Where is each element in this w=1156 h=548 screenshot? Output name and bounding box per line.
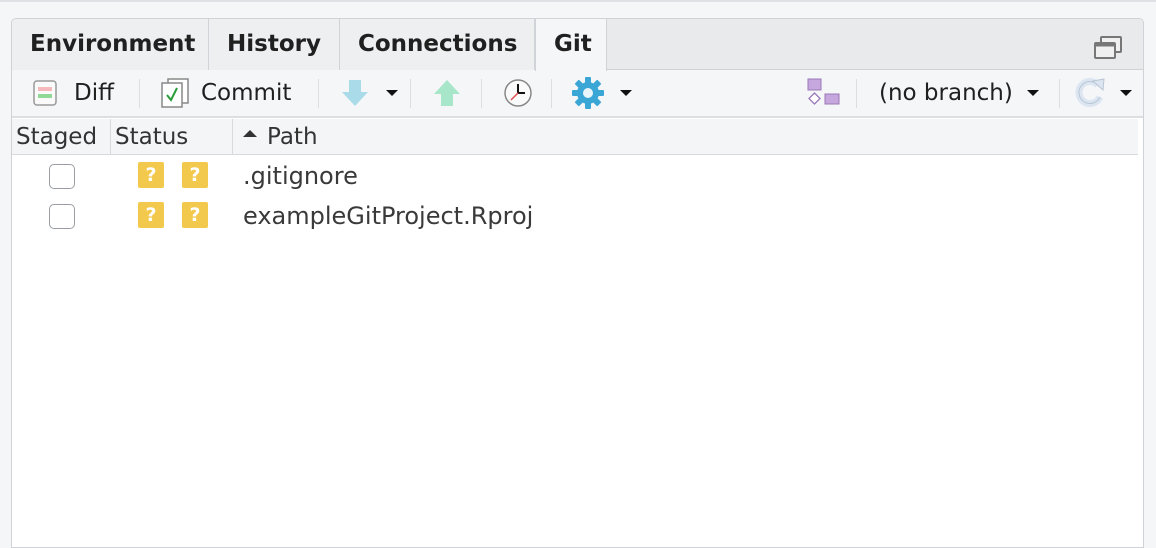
status-badge-staged: ? — [138, 162, 164, 188]
table-header: Staged Status Path — [12, 119, 1138, 155]
staged-checkbox[interactable] — [49, 164, 75, 189]
arrow-down-icon — [342, 80, 368, 106]
clock-icon — [504, 79, 532, 107]
gear-icon — [572, 77, 604, 109]
pull-dropdown-caret[interactable] — [386, 90, 398, 96]
toolbar-separator — [551, 79, 552, 108]
tab-history[interactable]: History — [209, 19, 340, 70]
file-path[interactable]: .gitignore — [243, 159, 358, 193]
branch-graph-icon — [807, 78, 840, 105]
refresh-button[interactable] — [1074, 70, 1132, 116]
tab-environment[interactable]: Environment — [12, 19, 209, 70]
more-button[interactable] — [570, 70, 632, 116]
column-path-label: Path — [267, 124, 318, 150]
toolbar-separator — [1059, 79, 1060, 108]
diff-label: Diff — [74, 80, 114, 106]
branch-label: (no branch) — [879, 80, 1013, 106]
column-status[interactable]: Status — [111, 119, 233, 155]
table-row[interactable]: ? ? .gitignore — [12, 157, 1138, 197]
toolbar-separator — [856, 79, 857, 108]
commit-label: Commit — [201, 80, 292, 106]
git-pane: Environment History Connections Git Diff — [11, 18, 1144, 548]
git-toolbar: Diff Commit (no branch) — [12, 70, 1143, 118]
branch-graph-button[interactable] — [806, 70, 842, 116]
maximize-pane-button[interactable] — [1093, 35, 1123, 61]
maximize-icon — [1094, 36, 1122, 59]
arrow-up-icon — [434, 80, 460, 106]
refresh-dropdown-caret[interactable] — [1120, 90, 1132, 96]
tab-connections[interactable]: Connections — [340, 19, 535, 70]
pull-button[interactable] — [340, 70, 398, 116]
commit-icon — [161, 78, 189, 108]
refresh-icon — [1075, 78, 1105, 107]
file-path[interactable]: exampleGitProject.Rproj — [243, 199, 533, 233]
toolbar-separator — [139, 79, 140, 108]
toolbar-separator — [481, 79, 482, 108]
toolbar-separator — [410, 79, 411, 108]
status-badge-unstaged: ? — [182, 162, 208, 188]
diff-icon — [33, 80, 57, 106]
history-button[interactable] — [503, 70, 533, 116]
status-badge-staged: ? — [138, 202, 164, 228]
window-top-border — [0, 0, 1156, 2]
status-badge-unstaged: ? — [182, 202, 208, 228]
staged-checkbox[interactable] — [49, 204, 75, 229]
sort-ascending-icon — [243, 130, 257, 137]
table-row[interactable]: ? ? exampleGitProject.Rproj — [12, 197, 1138, 237]
branch-selector[interactable]: (no branch) — [879, 70, 1039, 116]
column-path[interactable]: Path — [233, 119, 1138, 155]
toolbar-separator — [318, 79, 319, 108]
tab-bar: Environment History Connections Git — [12, 19, 1143, 71]
branch-dropdown-caret — [1026, 90, 1039, 96]
diff-button[interactable]: Diff — [32, 70, 114, 116]
commit-button[interactable]: Commit — [159, 70, 291, 116]
column-staged[interactable]: Staged — [12, 119, 111, 155]
more-dropdown-caret[interactable] — [620, 90, 632, 96]
push-button[interactable] — [432, 70, 462, 116]
tab-git[interactable]: Git — [535, 19, 607, 71]
